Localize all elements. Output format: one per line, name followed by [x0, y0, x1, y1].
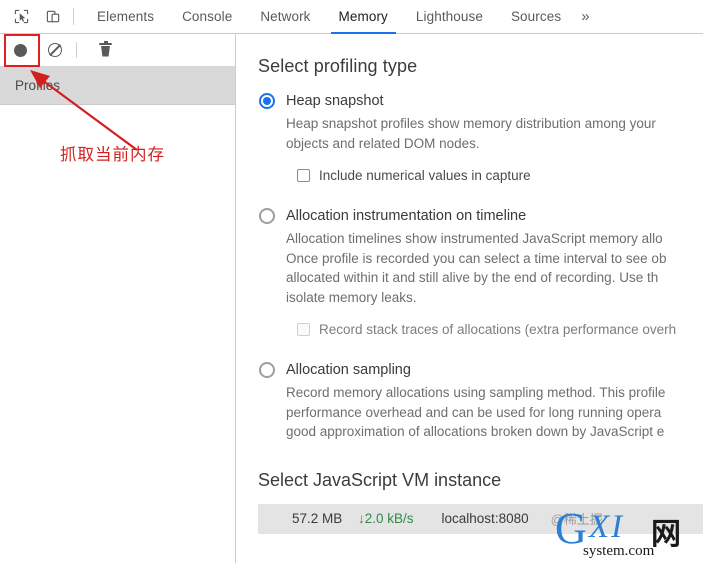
- memory-sidebar: Profiles: [0, 34, 236, 563]
- checkbox-include-numerical-values[interactable]: Include numerical values in capture: [297, 166, 703, 185]
- tab-label: Memory: [338, 9, 388, 24]
- option-label: Allocation instrumentation on timeline: [286, 208, 527, 224]
- profiles-label: Profiles: [15, 78, 61, 93]
- record-button[interactable]: [7, 38, 34, 63]
- radio-row[interactable]: Allocation sampling: [258, 360, 703, 380]
- radio-row[interactable]: Heap snapshot: [258, 91, 703, 111]
- device-toolbar-icon[interactable]: [40, 4, 66, 30]
- tab-console[interactable]: Console: [168, 0, 246, 34]
- radio-row[interactable]: Allocation instrumentation on timeline: [258, 206, 703, 226]
- vm-heap-size: 57.2 MB: [292, 511, 343, 526]
- tab-label: Elements: [97, 9, 155, 24]
- tab-memory[interactable]: Memory: [325, 0, 402, 34]
- more-tabs-icon[interactable]: »: [575, 0, 599, 34]
- vm-host: localhost:8080: [441, 511, 529, 526]
- inspect-cursor-icon[interactable]: [8, 4, 34, 30]
- devtools-window: Elements Console Network Memory Lighthou…: [0, 0, 703, 563]
- profiles-section-header[interactable]: Profiles: [0, 67, 235, 105]
- radio-allocation-sampling[interactable]: [259, 362, 275, 378]
- page-title: Select profiling type: [258, 56, 418, 76]
- vm-extra-text: @稀土掘: [550, 512, 603, 527]
- panel-tabs: Elements Console Network Memory Lighthou…: [83, 0, 600, 34]
- tab-label: Lighthouse: [415, 9, 483, 24]
- toolbar-divider: [73, 8, 74, 25]
- vm-instance-row[interactable]: 57.2 MB ↓2.0 kB/s localhost:8080 @稀土掘: [258, 503, 703, 534]
- memory-main-panel: Select profiling type Heap snapshot Heap…: [237, 34, 703, 563]
- profiling-option-allocation-sampling[interactable]: Allocation sampling Record memory alloca…: [258, 360, 703, 442]
- no-entry-icon: [47, 43, 62, 57]
- radio-heap-snapshot[interactable]: [259, 93, 275, 109]
- option-label: Allocation sampling: [286, 362, 411, 378]
- tab-label: Sources: [510, 9, 562, 24]
- profiling-option-heap-snapshot[interactable]: Heap snapshot Heap snapshot profiles sho…: [258, 91, 703, 185]
- checkbox-label: Record stack traces of allocations (extr…: [319, 322, 677, 337]
- annotation-text: 抓取当前内存: [60, 145, 165, 164]
- tab-label: Network: [260, 9, 311, 24]
- tab-lighthouse[interactable]: Lighthouse: [402, 0, 497, 34]
- option-description: Heap snapshot profiles show memory distr…: [286, 116, 656, 151]
- record-circle-icon: [14, 43, 27, 57]
- sidebar-toolbar: [0, 34, 235, 67]
- profiling-option-allocation-instrumentation[interactable]: Allocation instrumentation on timeline A…: [258, 206, 703, 339]
- delete-profile-button[interactable]: [92, 38, 119, 63]
- sidebar-toolbar-divider: [76, 42, 77, 58]
- tab-elements[interactable]: Elements: [83, 0, 168, 34]
- vm-instance-title: Select JavaScript VM instance: [258, 469, 502, 490]
- checkbox-box[interactable]: [297, 169, 310, 182]
- option-description: Record memory allocations using sampling…: [286, 385, 666, 439]
- chevron-right-double-icon: »: [581, 8, 590, 25]
- option-label: Heap snapshot: [286, 93, 384, 109]
- devtools-tabbar: Elements Console Network Memory Lighthou…: [0, 0, 703, 34]
- checkbox-record-stack-traces[interactable]: Record stack traces of allocations (extr…: [297, 320, 703, 339]
- radio-allocation-instrumentation[interactable]: [259, 208, 275, 224]
- checkbox-box[interactable]: [297, 323, 310, 336]
- tab-label: Console: [182, 9, 233, 24]
- trash-icon: [99, 40, 112, 58]
- checkbox-label: Include numerical values in capture: [319, 168, 531, 183]
- vm-allocation-rate: ↓2.0 kB/s: [358, 511, 414, 526]
- clear-button[interactable]: [41, 38, 68, 63]
- tab-network[interactable]: Network: [246, 0, 324, 34]
- option-description: Allocation timelines show instrumented J…: [286, 231, 667, 305]
- tab-sources[interactable]: Sources: [497, 0, 575, 34]
